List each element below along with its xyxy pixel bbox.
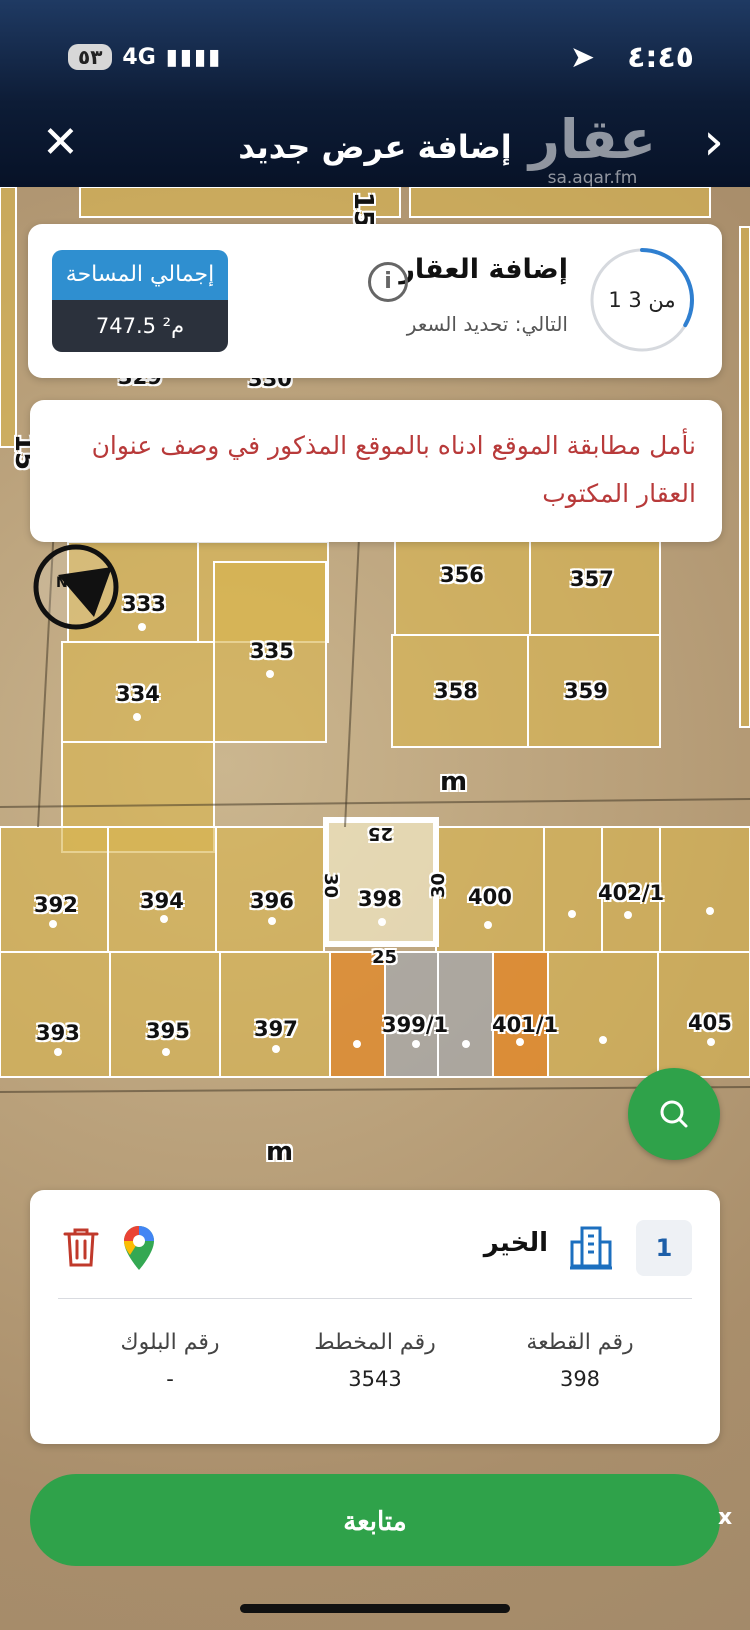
step-counter: 1 من 3 xyxy=(608,288,676,312)
continue-button[interactable]: متابعة xyxy=(30,1474,720,1566)
plot-details-card: 1 الخير رقم القطعة 398 رقم المخطط 3543 ر… xyxy=(30,1190,720,1444)
block-number-field: رقم البلوك - xyxy=(70,1330,270,1391)
dimension-label: 30 xyxy=(428,872,450,899)
network-label: 4G xyxy=(122,44,156,70)
search-icon xyxy=(660,1100,688,1128)
location-notice-card: نأمل مطابقة الموقع ادناه بالموقع المذكور… xyxy=(30,400,722,542)
map-search-button[interactable] xyxy=(628,1068,720,1160)
district-name: الخير xyxy=(483,1228,548,1258)
brand-name: عقار xyxy=(528,108,656,171)
home-indicator xyxy=(240,1604,510,1613)
plot-index-badge: 1 xyxy=(636,1220,692,1276)
divider xyxy=(58,1298,692,1299)
brand-logo: عقار sa.aqar.fm xyxy=(528,108,656,189)
info-icon[interactable]: i xyxy=(368,262,408,302)
location-arrow-icon: ➤ xyxy=(569,40,595,75)
total-area-label: إجمالي المساحة xyxy=(52,250,228,300)
field-label: رقم المخطط xyxy=(314,1330,436,1355)
next-step-label: التالي: تحديد السعر xyxy=(406,312,568,336)
battery-indicator: ٥٣ xyxy=(68,44,113,70)
google-maps-pin-icon[interactable] xyxy=(122,1224,156,1272)
dimension-label: 25 xyxy=(368,823,394,844)
building-icon xyxy=(570,1226,612,1270)
field-label: رقم القطعة xyxy=(526,1330,634,1355)
dimension-label: 30 xyxy=(320,872,342,899)
scheme-number-field: رقم المخطط 3543 xyxy=(275,1330,475,1391)
chevron-right-icon[interactable]: › xyxy=(703,114,724,170)
brand-url: sa.aqar.fm xyxy=(547,168,638,188)
status-indicators: ٥٣ 4G ▮▮▮▮ xyxy=(68,44,222,70)
dismiss-mark[interactable]: x xyxy=(718,1505,732,1530)
field-value: - xyxy=(166,1367,174,1391)
status-time: ٤:٤٥ xyxy=(627,40,694,75)
step-title: إضافة العقار xyxy=(399,254,568,285)
progress-card: 1 من 3 إضافة العقار التالي: تحديد السعر … xyxy=(28,224,722,378)
field-label: رقم البلوك xyxy=(120,1330,220,1355)
dimension-label: 25 xyxy=(372,947,398,968)
signal-icon: ▮▮▮▮ xyxy=(165,44,223,70)
trash-icon[interactable] xyxy=(62,1226,100,1268)
total-area-value: 747.5 م² xyxy=(52,300,228,352)
total-area-badge: إجمالي المساحة 747.5 م² xyxy=(52,250,228,352)
top-bar: ٥٣ 4G ▮▮▮▮ ➤ ٤:٤٥ ✕ إضافة عرض جديد عقار … xyxy=(0,0,750,189)
field-value: 3543 xyxy=(348,1367,402,1391)
plot-number-field: رقم القطعة 398 xyxy=(480,1330,680,1391)
location-notice-text: نأمل مطابقة الموقع ادناه بالموقع المذكور… xyxy=(91,431,696,508)
field-value: 398 xyxy=(559,1367,601,1391)
